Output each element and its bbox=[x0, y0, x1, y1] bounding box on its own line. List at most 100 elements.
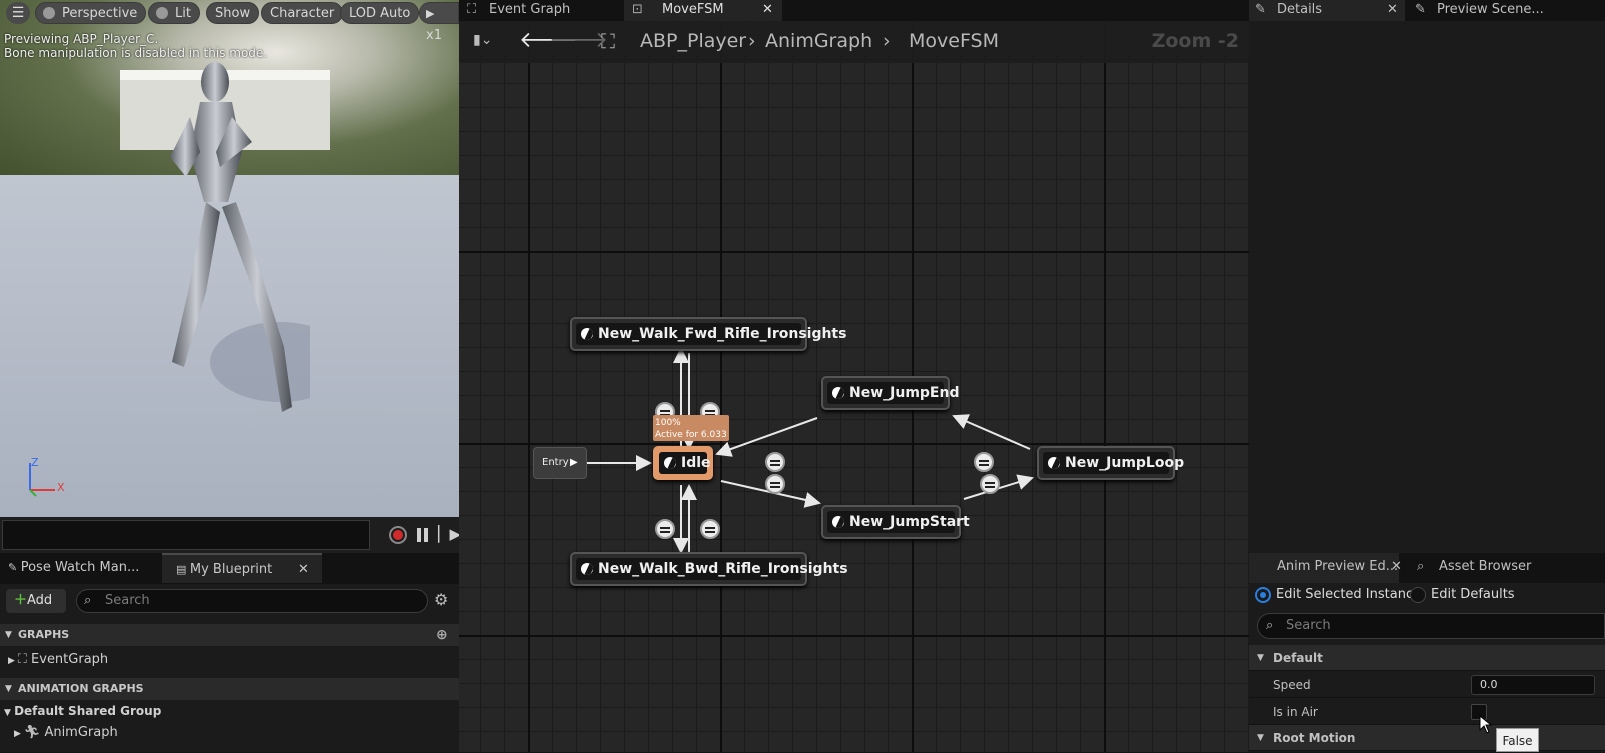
property-row-speed: Speed 0.0 bbox=[1249, 672, 1605, 698]
state-icon bbox=[581, 328, 593, 340]
record-button[interactable] bbox=[389, 526, 407, 544]
blueprint-icon: ▤ bbox=[176, 563, 190, 576]
tab-preview-scene[interactable]: ✎ Preview Scene... bbox=[1407, 0, 1605, 21]
running-man-icon: 🏃︎ bbox=[23, 725, 45, 740]
idle-percent: 100% bbox=[655, 418, 681, 428]
axis-x-label: X bbox=[57, 481, 65, 494]
tab-details[interactable]: ✎ Details ✕ bbox=[1249, 0, 1405, 21]
lod-button[interactable]: LOD Auto bbox=[340, 2, 420, 24]
tab-movefsm[interactable]: ⊡ MoveFSM ✕ bbox=[624, 0, 782, 21]
expand-arrow-icon: ▶ bbox=[14, 729, 24, 739]
close-icon[interactable]: ✕ bbox=[762, 0, 773, 19]
character-button[interactable]: Character bbox=[261, 2, 344, 24]
state-node-jump-end[interactable]: New_JumpEnd bbox=[821, 376, 959, 410]
state-node-walk-bwd[interactable]: New_Walk_Bwd_Rifle_Ironsights bbox=[570, 552, 848, 586]
collapse-arrow-icon: ▼ bbox=[5, 684, 12, 694]
anim-preview-tab-bar: Anim Preview Ed... ✕ ⌕ Asset Browser bbox=[1249, 553, 1605, 583]
state-machine-graph[interactable]: ▮⌄ 🡐 🡒 ⛶ ABP_Player › AnimGraph › MoveFS… bbox=[459, 21, 1249, 752]
show-button[interactable]: Show bbox=[206, 2, 260, 24]
graph-icon: ⛶ bbox=[17, 652, 32, 667]
exec-pin-icon: ▶ bbox=[570, 457, 578, 468]
state-node-jump-start[interactable]: New_JumpStart bbox=[821, 505, 970, 539]
state-node-jump-loop[interactable]: New_JumpLoop bbox=[1037, 446, 1184, 480]
section-graphs[interactable]: ▼ GRAPHS ⊕ bbox=[0, 624, 459, 646]
add-button[interactable]: ＋Add bbox=[6, 589, 66, 613]
transition-icon[interactable] bbox=[980, 474, 1000, 494]
state-icon bbox=[664, 457, 676, 469]
search-icon: ⌕ bbox=[1266, 618, 1274, 633]
preview-viewport[interactable]: ☰ Perspective Lit Show Character LOD Aut… bbox=[0, 0, 459, 517]
collapse-arrow-icon: ▼ bbox=[1257, 733, 1264, 743]
section-root-motion[interactable]: ▼ Root Motion bbox=[1249, 725, 1605, 751]
pencil-icon: ✎ bbox=[1415, 2, 1426, 17]
transition-icon[interactable] bbox=[700, 519, 720, 539]
idle-status-badge: 100% Active for 6.033s bbox=[653, 415, 729, 441]
tab-anim-preview-editor[interactable]: Anim Preview Ed... ✕ bbox=[1249, 553, 1402, 583]
state-icon bbox=[832, 387, 844, 399]
close-icon[interactable]: ✕ bbox=[1387, 0, 1398, 19]
record-icon bbox=[393, 530, 403, 540]
speed-label: Speed bbox=[1273, 678, 1311, 692]
transition-icon[interactable] bbox=[655, 519, 675, 539]
viewport-menu-icon[interactable]: ☰ bbox=[6, 2, 30, 24]
transition-icon[interactable] bbox=[765, 474, 785, 494]
speed-field[interactable]: 0.0 bbox=[1471, 675, 1595, 695]
radio-edit-selected-instance[interactable] bbox=[1255, 587, 1271, 603]
details-panel: ✎ Details ✕ ✎ Preview Scene... bbox=[1249, 0, 1605, 553]
property-row-is-in-air: Is in Air bbox=[1249, 699, 1605, 725]
list-item-default-group[interactable]: ▼ Default Shared Group bbox=[0, 700, 459, 722]
radio-edit-defaults[interactable] bbox=[1410, 587, 1426, 603]
mouse-cursor-icon bbox=[1479, 715, 1493, 734]
state-icon bbox=[1048, 457, 1060, 469]
state-icon bbox=[581, 563, 593, 575]
play-icon: ▶ bbox=[426, 7, 435, 20]
sphere-icon bbox=[43, 7, 55, 19]
tab-my-blueprint[interactable]: ▤ My Blueprint ✕ bbox=[162, 553, 322, 583]
step-forward-icon[interactable]: ▏▶ bbox=[438, 525, 461, 543]
state-node-walk-fwd[interactable]: New_Walk_Fwd_Rifle_Ironsights bbox=[570, 317, 846, 351]
is-in-air-label: Is in Air bbox=[1273, 705, 1318, 719]
transition-icon[interactable] bbox=[765, 452, 785, 472]
close-icon[interactable]: ✕ bbox=[298, 555, 309, 585]
timeline-field[interactable] bbox=[2, 520, 370, 550]
graph-tab-bar: ⛶ Event Graph ⊡ MoveFSM ✕ bbox=[459, 0, 1249, 21]
pause-button[interactable] bbox=[416, 526, 430, 544]
perspective-button[interactable]: Perspective bbox=[35, 2, 147, 24]
transition-icon[interactable] bbox=[974, 452, 994, 472]
play-speed-button[interactable]: ▶ x1 bbox=[419, 2, 459, 43]
search-icon: ⌕ bbox=[84, 593, 92, 608]
collapse-arrow-icon: ▼ bbox=[1257, 653, 1264, 663]
blueprint-search-input[interactable]: ⌕ Search bbox=[76, 589, 428, 613]
anim-preview-search-input[interactable]: ⌕ Search bbox=[1257, 613, 1605, 639]
lit-sphere-icon bbox=[156, 7, 168, 19]
my-blueprint-panel: ✎ Pose Watch Man... ▤ My Blueprint ✕ ＋Add… bbox=[0, 553, 459, 752]
viewport-info: Previewing ABP_Player_C. Bone manipulati… bbox=[4, 32, 267, 60]
list-item-animgraph[interactable]: ▶ 🏃︎ AnimGraph bbox=[0, 722, 459, 744]
tab-pose-watch[interactable]: ✎ Pose Watch Man... bbox=[0, 553, 162, 583]
pencil-icon: ✎ bbox=[1255, 2, 1266, 17]
mannequin-character bbox=[170, 62, 310, 412]
expand-arrow-icon: ▶ bbox=[8, 656, 18, 666]
plus-icon: ＋ bbox=[14, 593, 28, 608]
info-bone-disabled: Bone manipulation is disabled in this mo… bbox=[4, 46, 268, 60]
state-machine-icon: ⊡ bbox=[632, 2, 643, 17]
list-item-eventgraph[interactable]: ▶ ⛶ EventGraph bbox=[0, 649, 459, 671]
section-animation-graphs[interactable]: ▼ ANIMATION GRAPHS bbox=[0, 678, 459, 700]
radio-label-selected: Edit Selected Instance bbox=[1276, 587, 1422, 602]
radio-label-defaults: Edit Defaults bbox=[1431, 587, 1515, 602]
details-tab-bar: ✎ Details ✕ ✎ Preview Scene... bbox=[1249, 0, 1605, 21]
state-node-idle[interactable]: Idle bbox=[653, 446, 713, 480]
tab-event-graph[interactable]: ⛶ Event Graph bbox=[459, 0, 624, 21]
section-default[interactable]: ▼ Default bbox=[1249, 645, 1605, 671]
timeline-bar: ▏▶ bbox=[0, 517, 461, 553]
collapse-arrow-icon: ▼ bbox=[5, 630, 12, 640]
info-previewing: Previewing ABP_Player_C. bbox=[4, 32, 159, 46]
close-icon[interactable]: ✕ bbox=[1391, 553, 1402, 581]
settings-gear-icon[interactable]: ⚙ bbox=[434, 590, 448, 609]
left-panel-toolbar: ＋Add ⌕ Search ⚙ bbox=[0, 584, 459, 620]
entry-node[interactable]: Entry ▶ bbox=[533, 447, 587, 479]
add-graph-icon[interactable]: ⊕ bbox=[436, 624, 448, 646]
lit-button[interactable]: Lit bbox=[148, 2, 200, 24]
axis-z-label: Z bbox=[31, 456, 39, 469]
tab-asset-browser[interactable]: ⌕ Asset Browser bbox=[1409, 553, 1569, 583]
